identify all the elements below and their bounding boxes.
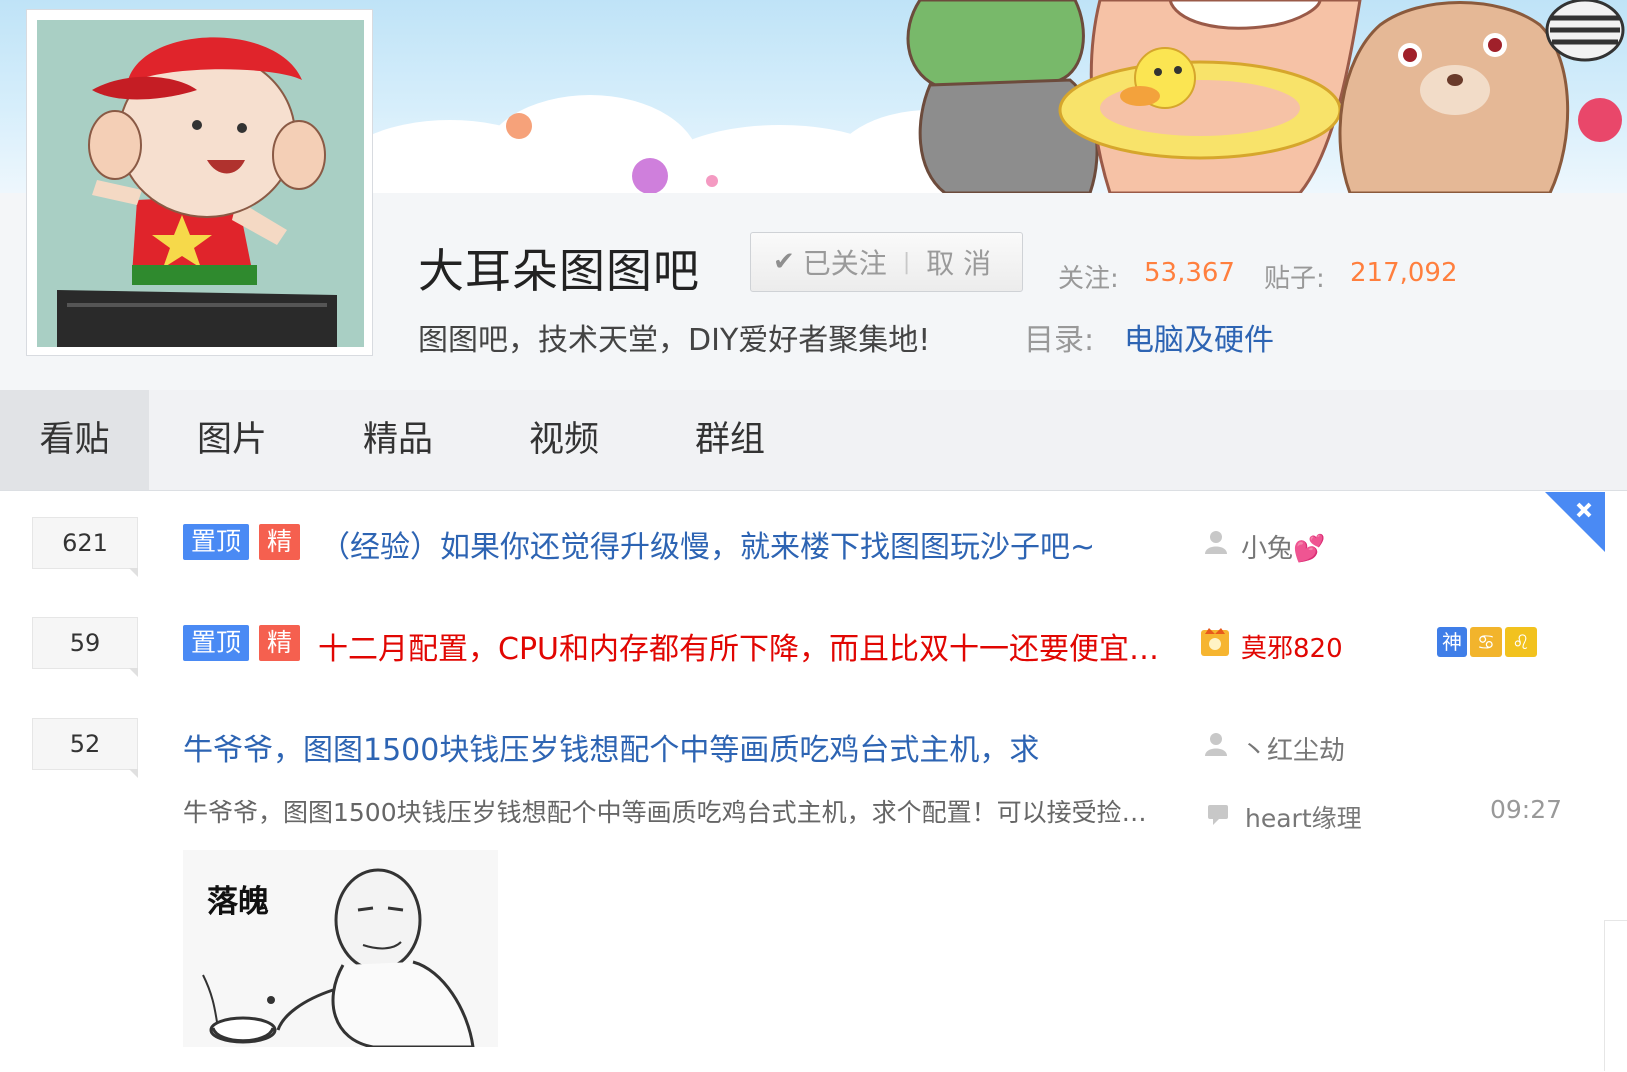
featured-badge: 精 — [259, 625, 300, 661]
thread-title[interactable]: 牛爷爷，图图1500块钱压岁钱想配个中等画质吃鸡台式主机，求 — [183, 725, 1039, 769]
reply-count: 59 — [32, 617, 138, 677]
thread-thumbnail[interactable]: 落魄 — [183, 850, 498, 1047]
post-count: 217,092 — [1350, 258, 1458, 288]
directory-link[interactable]: 电脑及硬件 — [1124, 315, 1274, 359]
last-reply-time: 09:27 — [1490, 795, 1563, 824]
side-panel-edge — [1604, 920, 1627, 1071]
forum-tab-bar: 看贴 图片 精品 视频 群组 — [0, 390, 1627, 491]
tab-groups[interactable]: 群组 — [660, 390, 800, 490]
featured-badge: 精 — [259, 524, 300, 560]
user-title-badges: 神 ♋ ♌ — [1437, 627, 1540, 657]
god-badge: 神 — [1437, 627, 1467, 657]
close-icon[interactable] — [1545, 492, 1605, 552]
tab-videos[interactable]: 视频 — [494, 390, 634, 490]
last-reply-user[interactable]: heart缘理 — [1245, 799, 1362, 835]
post-count-label: 贴子: — [1264, 264, 1325, 294]
thread-title[interactable]: 十二月配置，CPU和内存都有所下降，而且比双十一还要便宜… — [318, 624, 1159, 668]
cartoon-boy-avatar-image — [37, 20, 364, 347]
tab-featured[interactable]: 精品 — [328, 390, 468, 490]
level-icon: ♋ — [1470, 627, 1502, 657]
followed-label: 已关注 — [802, 247, 887, 280]
user-icon — [1205, 531, 1227, 554]
tab-posts[interactable]: 看贴 — [0, 390, 149, 490]
reply-count: 621 — [32, 517, 138, 577]
checkmark-icon: ✔ — [773, 247, 795, 277]
tab-pictures[interactable]: 图片 — [162, 390, 302, 490]
followed-toggle-button[interactable]: ✔ 已关注 | 取 消 — [750, 232, 1023, 292]
pinned-badge: 置顶 — [183, 524, 249, 560]
follow-count: 53,367 — [1144, 258, 1235, 288]
comment-icon — [1208, 805, 1228, 825]
thread-title[interactable]: （经验）如果你还觉得升级慢，就来楼下找图图玩沙子吧~ — [320, 522, 1095, 566]
reply-count: 52 — [32, 718, 138, 778]
thread-author[interactable]: 小兔💕 — [1241, 528, 1325, 565]
pinned-badge: 置顶 — [183, 625, 249, 661]
directory-label: 目录: — [1024, 323, 1095, 358]
follow-count-label: 关注: — [1058, 264, 1119, 294]
thread-author[interactable]: 丶红尘劫 — [1241, 730, 1345, 767]
forum-slogan: 图图吧，技术天堂，DIY爱好者聚集地! — [418, 323, 931, 358]
meme-drawing — [202, 868, 475, 1047]
thread-abstract: 牛爷爷，图图1500块钱压岁钱想配个中等画质吃鸡台式主机，求个配置！可以接受捡… — [183, 798, 1147, 827]
crown-user-icon — [1201, 628, 1229, 656]
forum-avatar[interactable] — [26, 9, 373, 356]
divider: | — [902, 249, 911, 275]
thread-author[interactable]: 莫邪820 — [1241, 628, 1343, 665]
forum-title: 大耳朵图图吧 — [418, 244, 700, 298]
unfollow-button[interactable]: 取 消 — [926, 242, 991, 282]
zodiac-icon: ♌ — [1505, 627, 1537, 657]
user-icon — [1205, 733, 1227, 756]
